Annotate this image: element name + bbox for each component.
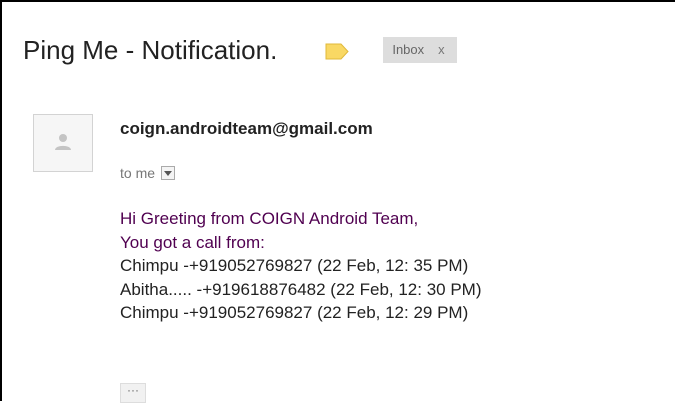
inbox-label-chip[interactable]: Inbox x (383, 37, 457, 63)
sender-email[interactable]: coign.androidteam@gmail.com (120, 119, 373, 139)
remove-label-button[interactable]: x (438, 37, 445, 63)
email-body: Hi Greeting from COIGN Android Team, You… (120, 207, 482, 325)
subject-row: Ping Me - Notification. Inbox x (23, 30, 457, 70)
sender-avatar[interactable] (33, 114, 93, 172)
chevron-down-icon (164, 171, 173, 176)
call-entry: Chimpu -+919052769827 (22 Feb, 12: 29 PM… (120, 303, 469, 322)
call-entry: Chimpu -+919052769827 (22 Feb, 12: 35 PM… (120, 256, 469, 275)
inbox-label-text: Inbox (392, 42, 425, 57)
recipient-text: to me (120, 165, 156, 181)
label-tag-icon[interactable] (324, 43, 350, 60)
person-icon (55, 134, 71, 150)
email-view: Ping Me - Notification. Inbox x coign.an… (0, 0, 675, 403)
show-trimmed-content-button[interactable]: ··· (120, 383, 146, 403)
call-entry: Abitha..... -+919618876482 (22 Feb, 12: … (120, 279, 482, 299)
email-subject: Ping Me - Notification. (23, 35, 278, 65)
body-greeting: Hi Greeting from COIGN Android Team, (120, 209, 419, 228)
details-dropdown-button[interactable] (161, 166, 176, 180)
body-intro: You got a call from: (120, 232, 265, 252)
recipient-row: to me (120, 163, 176, 183)
